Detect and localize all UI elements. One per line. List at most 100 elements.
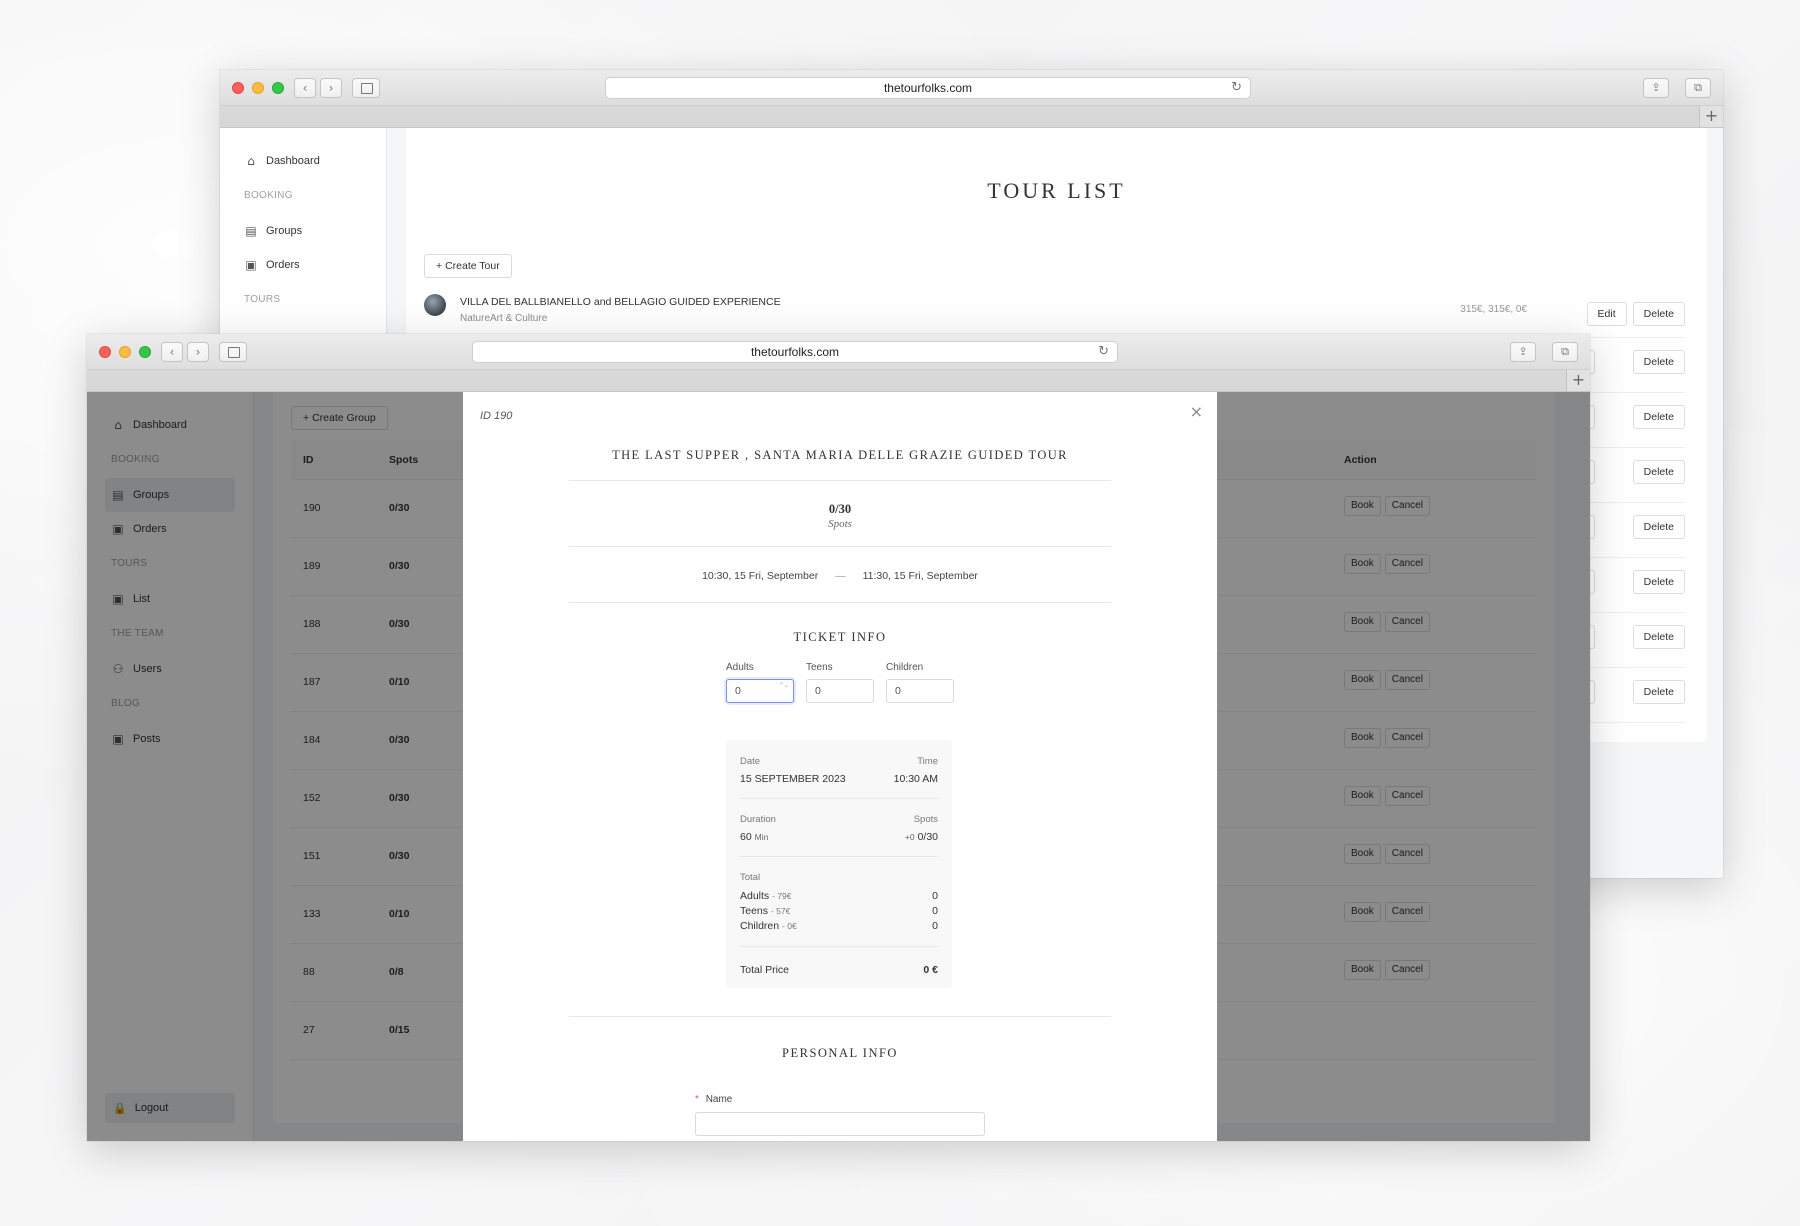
adults-input[interactable]: 0 ⌃⌄	[726, 679, 794, 703]
delete-button[interactable]: Delete	[1632, 350, 1685, 374]
new-tab-icon[interactable]: +	[1566, 370, 1590, 391]
sidebar-item-groups[interactable]: ▤ Groups	[220, 214, 386, 248]
tour-category: NatureArt & Culture	[460, 313, 548, 324]
sidebar-item-orders[interactable]: ▣ Orders	[220, 248, 386, 282]
url-text: thetourfolks.com	[883, 81, 973, 95]
sidebar-item-dashboard[interactable]: ⌂ Dashboard	[220, 144, 386, 178]
total-label: Total	[740, 872, 761, 883]
spots-count: 0/30	[917, 831, 938, 843]
create-tour-label: Create Tour	[445, 260, 500, 272]
delete-button[interactable]: Delete	[1632, 625, 1685, 649]
delete-button[interactable]: Delete	[1632, 515, 1685, 539]
duration-row: Duration 60 Min Spots +0 0/30	[740, 814, 938, 843]
start-time: 10:30, 15 Fri, September	[702, 570, 819, 582]
address-bar[interactable]: thetourfolks.com ↻	[472, 341, 1118, 363]
name-input[interactable]	[695, 1112, 985, 1136]
tour-price: 315€, 315€, 0€	[1460, 304, 1527, 315]
total-price-value: 0 €	[923, 964, 938, 976]
forward-icon[interactable]: ›	[187, 342, 209, 362]
minimize-window-button[interactable]	[119, 346, 131, 358]
create-tour-button[interactable]: + Create Tour	[424, 254, 512, 278]
adults-total-row: Adults - 79€ 0	[740, 890, 938, 904]
adults-total: 0	[932, 890, 938, 902]
close-window-button[interactable]	[232, 82, 244, 94]
titlebar: ‹ › thetourfolks.com ↻ ⇪ ⧉	[220, 70, 1723, 106]
delete-button[interactable]: Delete	[1632, 680, 1685, 704]
required-marker: *	[695, 1094, 699, 1105]
close-icon[interactable]: ×	[1190, 402, 1203, 421]
tour-name[interactable]: VILLA DEL BALLBIANELLO and BELLAGIO GUID…	[460, 296, 781, 308]
delete-button[interactable]: Delete	[1632, 460, 1685, 484]
forward-icon[interactable]: ›	[320, 78, 342, 98]
adults-label: Adults	[726, 662, 754, 673]
children-price: - 0€	[782, 921, 797, 931]
minimize-window-button[interactable]	[252, 82, 264, 94]
titlebar: ‹ › thetourfolks.com ↻ ⇪ ⧉	[87, 334, 1590, 370]
summary-spots-label: Spots	[913, 814, 938, 825]
teens-input[interactable]: 0	[806, 679, 874, 703]
back-icon[interactable]: ‹	[161, 342, 183, 362]
sidebar-toggle-icon[interactable]	[352, 78, 380, 98]
teens-row-label: Teens	[740, 905, 769, 917]
spots-delta: +0	[904, 832, 915, 842]
delete-button[interactable]: Delete	[1632, 570, 1685, 594]
share-icon[interactable]: ⇪	[1643, 78, 1669, 98]
tab-strip: +	[220, 106, 1723, 128]
group-id-label: ID 190	[480, 410, 513, 422]
traffic-lights	[232, 82, 284, 94]
booking-summary: Date 15 SEPTEMBER 2023 Time 10:30 AM Dur…	[726, 740, 952, 988]
adults-price: - 79€	[772, 891, 792, 901]
tab-strip: +	[87, 370, 1590, 392]
delete-button[interactable]: Delete	[1632, 302, 1685, 326]
children-input[interactable]: 0	[886, 679, 954, 703]
children-row-label: Children	[740, 920, 780, 932]
sidebar-section-tours: TOURS	[244, 294, 281, 305]
page-title: TOUR LIST	[987, 178, 1126, 203]
stepper-icon[interactable]: ⌃⌄	[779, 681, 789, 690]
children-total: 0	[932, 920, 938, 932]
teens-price: - 57€	[770, 906, 791, 916]
divider	[569, 546, 1111, 547]
children-value: 0	[895, 685, 901, 697]
zoom-window-button[interactable]	[272, 82, 284, 94]
archive-icon: ▣	[245, 258, 257, 272]
teens-label: Teens	[806, 662, 833, 673]
teens-total: 0	[932, 905, 938, 917]
divider	[569, 1016, 1111, 1017]
teens-field: Teens 0	[806, 662, 874, 703]
back-icon[interactable]: ‹	[294, 78, 316, 98]
tour-row: VILLA DEL BALLBIANELLO and BELLAGIO GUID…	[424, 290, 1685, 338]
total-price-row: Total Price 0 €	[740, 964, 938, 976]
delete-button[interactable]: Delete	[1632, 405, 1685, 429]
front-browser-window: ‹ › thetourfolks.com ↻ ⇪ ⧉ + ⌂ Dashboard…	[87, 334, 1590, 1141]
spots-label: Spots	[828, 518, 852, 530]
adults-row-label: Adults	[740, 890, 770, 902]
address-bar[interactable]: thetourfolks.com ↻	[605, 77, 1251, 99]
name-label-text: Name	[705, 1094, 733, 1105]
tour-title: THE LAST SUPPER , SANTA MARIA DELLE GRAZ…	[612, 448, 1068, 462]
share-icon[interactable]: ⇪	[1510, 342, 1536, 362]
sidebar-item-label: Groups	[266, 225, 303, 237]
children-label: Children	[886, 662, 924, 673]
end-time: 11:30, 15 Fri, September	[862, 570, 978, 582]
zoom-window-button[interactable]	[139, 346, 151, 358]
time-value: 10:30 AM	[893, 773, 938, 785]
sidebar-toggle-icon[interactable]	[219, 342, 247, 362]
reload-icon[interactable]: ↻	[1098, 342, 1109, 362]
duration-unit: Min	[754, 832, 769, 842]
divider	[740, 946, 938, 947]
clipboard-icon: ▤	[245, 224, 257, 238]
divider	[740, 798, 938, 799]
tabs-icon[interactable]: ⧉	[1552, 342, 1578, 362]
children-total-row: Children - 0€ 0	[740, 920, 938, 934]
name-label: * Name	[695, 1094, 732, 1105]
divider	[740, 856, 938, 857]
tabs-icon[interactable]: ⧉	[1685, 78, 1711, 98]
reload-icon[interactable]: ↻	[1231, 78, 1242, 98]
edit-button[interactable]: Edit	[1586, 302, 1627, 326]
ticket-info-title: TICKET INFO	[793, 630, 887, 644]
time-label: Time	[917, 756, 938, 767]
close-window-button[interactable]	[99, 346, 111, 358]
new-tab-icon[interactable]: +	[1699, 106, 1723, 127]
duration-number: 60	[740, 831, 752, 843]
